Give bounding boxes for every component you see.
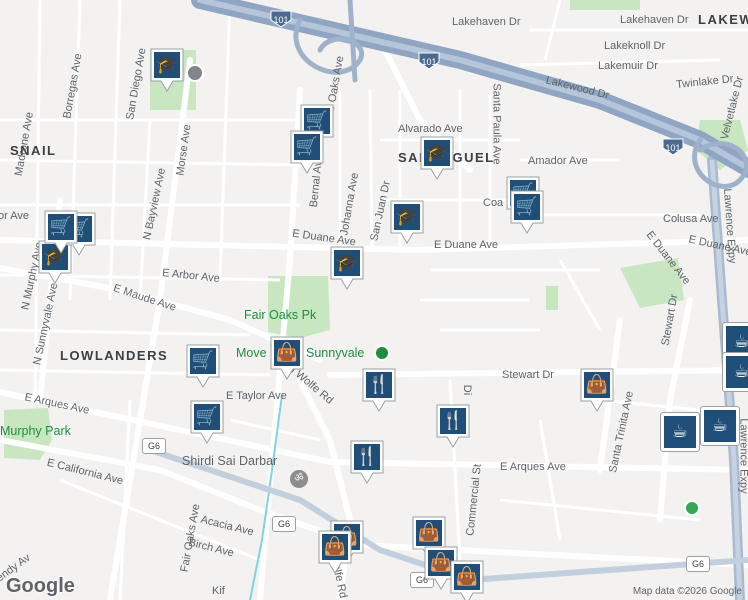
coffee-cup-icon[interactable]: ☕ [722, 352, 748, 392]
school-icon[interactable]: 🎓 [390, 200, 424, 244]
poi-label[interactable]: Move [236, 346, 267, 360]
street-label: Amador Ave [528, 155, 588, 167]
route-g6-shield: G6 [272, 516, 296, 532]
street-label: Santa Paula Ave [490, 83, 503, 165]
street-label: E Duane Ave [434, 239, 499, 251]
coffee-cup-icon[interactable]: ☕ [660, 412, 700, 452]
us-101-shield: 101 [270, 10, 292, 28]
fork-knife-icon[interactable]: 🍴 [350, 440, 384, 484]
street-label: Alvarado Ave [398, 123, 463, 135]
park-label[interactable]: Murphy Park [0, 424, 71, 438]
us-101-shield: 101 [418, 52, 440, 70]
poi-label[interactable]: Sunnyvale [306, 346, 364, 360]
street-label: Colusa Ave [663, 213, 719, 225]
shield-number: 101 [665, 143, 681, 153]
poi-marker-icon[interactable] [374, 345, 390, 361]
street-label: E Arques Ave [500, 461, 566, 473]
shopping-cart-icon[interactable]: 🛒 [510, 190, 544, 234]
school-icon[interactable]: 🎓 [330, 246, 364, 290]
street-label: Stewart Dr [502, 369, 554, 381]
us-101-shield: 101 [662, 138, 684, 156]
map-canvas[interactable]: SNAIL SAN MIGUEL LOWLANDERS LAKEWOOD Lak… [0, 0, 748, 600]
shield-number: 101 [421, 57, 437, 67]
neighborhood-label: LAKEWOOD [698, 12, 748, 27]
shopping-bag-icon[interactable]: 👜 [270, 336, 304, 380]
shopping-cart-icon[interactable]: 🛒 [186, 344, 220, 388]
coffee-cup-icon[interactable]: ☕ [700, 406, 740, 446]
fork-knife-icon[interactable]: 🍴 [436, 404, 470, 448]
map-attribution[interactable]: Map data ©2026 Google [633, 586, 742, 597]
park-pin-icon[interactable] [684, 500, 700, 516]
shield-number: 101 [273, 15, 289, 25]
street-label: or Ave [0, 210, 29, 222]
street-label: Kif [212, 585, 225, 597]
route-g6-shield: G6 [142, 438, 166, 454]
school-icon[interactable]: 🎓 [150, 48, 184, 92]
school-icon[interactable]: 🎓 [420, 136, 454, 180]
shopping-bag-icon[interactable]: 👜 [580, 368, 614, 412]
poi-label[interactable]: Shirdi Sai Darbar [182, 454, 277, 468]
route-g6-shield: G6 [686, 556, 710, 572]
street-label: Lakemuir Dr [598, 60, 658, 72]
google-logo: Google [6, 575, 75, 597]
shopping-cart-icon[interactable]: 🛒 [190, 400, 224, 444]
street-label: Lakeknoll Dr [604, 40, 666, 52]
shopping-bag-icon[interactable]: 👜 [318, 530, 352, 574]
street-label: Lakehaven Dr [452, 16, 521, 28]
street-label: Di [461, 384, 474, 396]
poi-circle-icon[interactable] [186, 64, 204, 82]
park-label[interactable]: Fair Oaks Pk [244, 308, 316, 322]
shopping-bag-icon[interactable]: 👜 [450, 560, 484, 600]
neighborhood-label: LOWLANDERS [60, 348, 169, 363]
shopping-cart-icon[interactable]: 🛒 [44, 210, 78, 254]
place-of-worship-icon[interactable]: ॐ [290, 470, 308, 488]
shopping-cart-icon[interactable]: 🛒 [290, 130, 324, 174]
fork-knife-icon[interactable]: 🍴 [362, 368, 396, 412]
street-label: Coa [483, 197, 504, 209]
street-label: Lakehaven Dr [620, 14, 689, 26]
street-label: E Taylor Ave [226, 390, 287, 402]
map-basemap [0, 0, 748, 600]
